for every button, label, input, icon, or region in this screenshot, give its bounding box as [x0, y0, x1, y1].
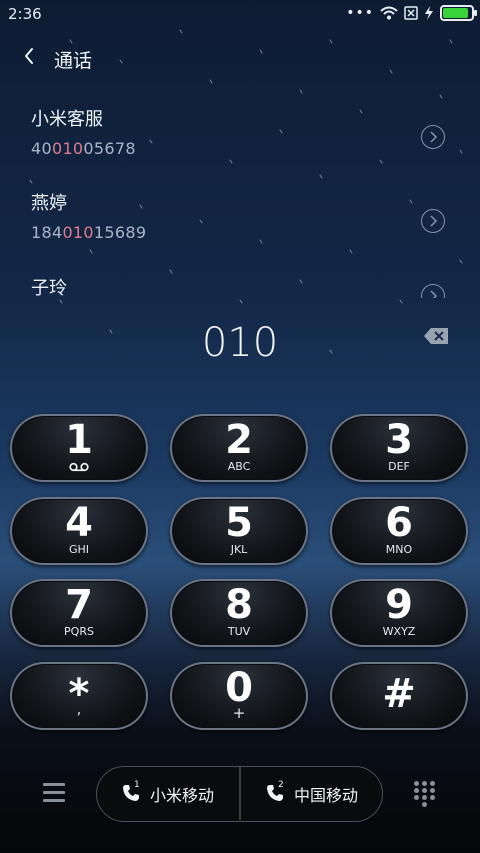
- call-buttons: 1 小米移动 2 中国移动: [96, 766, 383, 822]
- voicemail-icon: [69, 462, 89, 472]
- number-match: 010: [62, 223, 94, 242]
- key-letters: PQRS: [64, 625, 94, 638]
- key-digit: 1: [65, 417, 93, 463]
- key-digit: #: [382, 671, 416, 717]
- contact-item[interactable]: 小米客服 4001005678: [0, 105, 480, 175]
- backspace-icon[interactable]: [423, 327, 449, 345]
- sim1-carrier-label: 小米移动: [149, 785, 214, 805]
- sim2-carrier-label: 中国移动: [293, 785, 358, 805]
- key-letters: WXYZ: [382, 625, 416, 638]
- key-2[interactable]: 2 ABC: [170, 414, 308, 482]
- number-suffix: 15689: [93, 223, 147, 242]
- contact-details-arrow-icon[interactable]: [421, 125, 445, 149]
- call-sim1-button[interactable]: 1 小米移动: [97, 767, 239, 820]
- charging-bolt-icon: [425, 6, 433, 20]
- key-letters: GHI: [68, 543, 90, 556]
- key-6[interactable]: 6 MNO: [330, 497, 468, 565]
- key-letters: MNO: [385, 543, 413, 556]
- key-digit: 5: [225, 500, 253, 546]
- key-4[interactable]: 4 GHI: [10, 497, 148, 565]
- key-star[interactable]: * ,: [10, 662, 148, 730]
- status-bar: 2:36 •••: [0, 0, 480, 28]
- back-icon[interactable]: [18, 44, 42, 68]
- no-sim-icon: [404, 6, 418, 20]
- battery-level: [443, 8, 468, 18]
- key-digit: 7: [65, 582, 93, 628]
- contact-number: 4001005678: [31, 139, 136, 158]
- header: 通话: [0, 38, 480, 78]
- page-title: 通话: [54, 50, 93, 72]
- battery-icon: [440, 5, 477, 21]
- number-prefix: 184: [31, 223, 63, 242]
- key-7[interactable]: 7 PQRS: [10, 579, 148, 647]
- key-letters: +: [232, 704, 246, 722]
- key-hash[interactable]: #: [330, 662, 468, 730]
- key-digit: 9: [385, 582, 413, 628]
- phone-sim1-icon: 1: [122, 780, 142, 804]
- status-time: 2:36: [8, 5, 42, 23]
- key-1[interactable]: 1: [10, 414, 148, 482]
- key-digit: 8: [225, 582, 253, 628]
- key-letters: ,: [76, 702, 82, 718]
- more-dots-icon: •••: [346, 5, 374, 21]
- key-letters: TUV: [227, 625, 251, 638]
- key-letters: DEF: [388, 460, 410, 473]
- key-letters: ABC: [227, 460, 251, 473]
- key-9[interactable]: 9 WXYZ: [330, 579, 468, 647]
- wifi-icon: [380, 6, 398, 20]
- key-digit: 6: [385, 500, 413, 546]
- call-sim2-button[interactable]: 2 中国移动: [241, 767, 383, 820]
- key-5[interactable]: 5 JKL: [170, 497, 308, 565]
- number-prefix: 40: [31, 139, 52, 158]
- contact-details-arrow-icon[interactable]: [421, 284, 445, 298]
- key-letters: JKL: [230, 543, 248, 556]
- contact-details-arrow-icon[interactable]: [421, 209, 445, 233]
- contact-name: 小米客服: [31, 109, 103, 130]
- contact-item[interactable]: 子玲: [0, 274, 480, 298]
- contact-suggestions: 小米客服 4001005678 燕婷 18401015689 子玲: [0, 98, 480, 298]
- key-digit: 4: [65, 500, 93, 546]
- contact-number: 18401015689: [31, 223, 146, 242]
- key-3[interactable]: 3 DEF: [330, 414, 468, 482]
- number-suffix: 05678: [83, 139, 136, 158]
- phone-sim2-icon: 2: [266, 780, 286, 804]
- contact-name: 子玲: [31, 278, 67, 298]
- contact-name: 燕婷: [31, 193, 67, 214]
- menu-icon[interactable]: [43, 783, 65, 803]
- key-digit: 2: [225, 417, 253, 463]
- number-match: 010: [51, 139, 84, 158]
- dialed-number-display: 010: [201, 320, 279, 366]
- key-digit: 3: [385, 417, 413, 463]
- status-icons: •••: [346, 5, 477, 21]
- contact-item[interactable]: 燕婷 18401015689: [0, 189, 480, 259]
- key-0[interactable]: 0 +: [170, 662, 308, 730]
- key-8[interactable]: 8 TUV: [170, 579, 308, 647]
- dialpad-toggle-icon[interactable]: [414, 781, 438, 809]
